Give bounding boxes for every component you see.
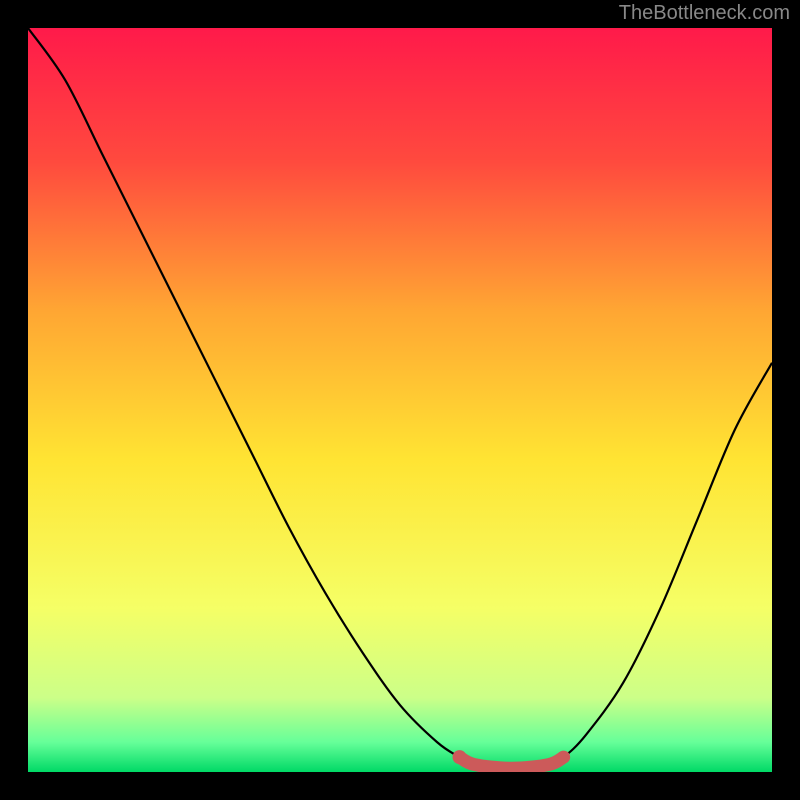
- attribution-text: TheBottleneck.com: [619, 2, 790, 25]
- bottleneck-curve-line: [28, 28, 772, 768]
- optimal-range-dot: [453, 750, 467, 764]
- optimal-range-highlight: [460, 757, 564, 768]
- chart-curve: [28, 28, 772, 772]
- chart-plot-area: [28, 28, 772, 772]
